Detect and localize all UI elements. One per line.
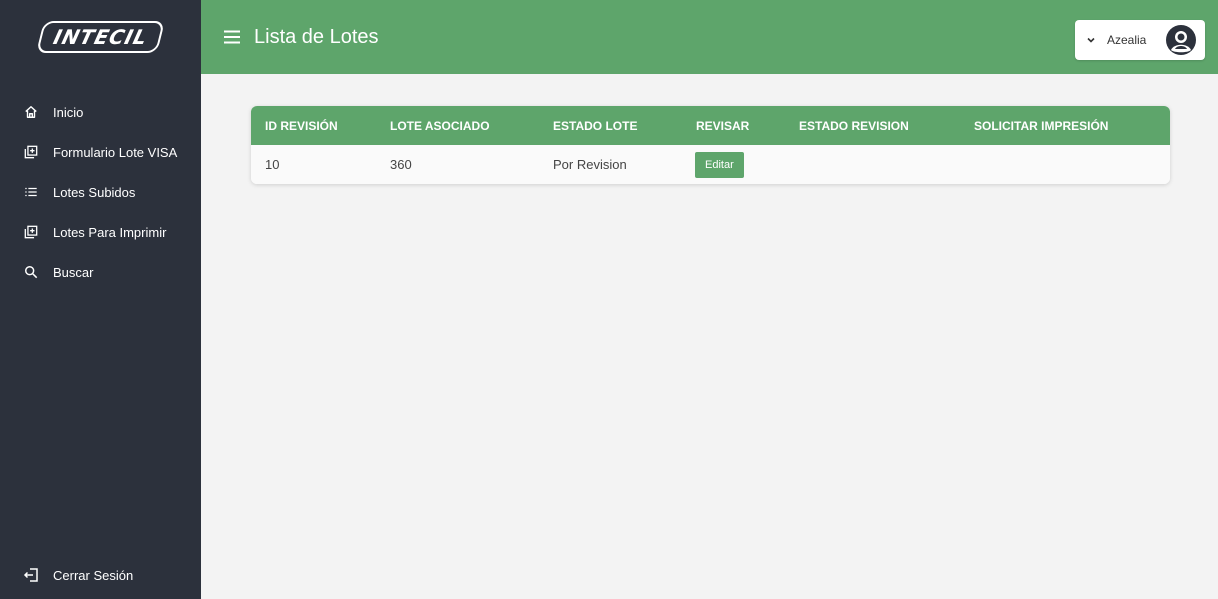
table-header: ID REVISIÓN LOTE ASOCIADO ESTADO LOTE RE… [251, 106, 1170, 145]
column-header: LOTE ASOCIADO [390, 118, 490, 133]
sidebar-item-lotes-para-imprimir[interactable]: Lotes Para Imprimir [0, 212, 201, 252]
column-header: SOLICITAR IMPRESIÓN [974, 118, 1109, 133]
column-header: ESTADO REVISION [799, 118, 909, 133]
id-revision-cell: 10 [265, 157, 280, 172]
home-icon [23, 104, 39, 120]
column-header: REVISAR [696, 118, 750, 133]
sidebar-item-buscar[interactable]: Buscar [0, 252, 201, 292]
estado-lote-cell: Por Revision [553, 157, 627, 172]
sidebar: INTECIL Inicio Formulario Lote VISA Lote… [0, 0, 201, 599]
add-box-icon [23, 224, 39, 240]
lotes-table: ID REVISIÓN LOTE ASOCIADO ESTADO LOTE RE… [251, 106, 1170, 184]
sidebar-item-label: Lotes Para Imprimir [53, 224, 167, 240]
list-icon [23, 184, 39, 200]
logo-area: INTECIL [0, 0, 201, 74]
logout-icon [23, 567, 39, 583]
lote-asociado-cell: 360 [390, 157, 412, 172]
edit-button[interactable]: Editar [695, 151, 744, 178]
hamburger-menu-icon[interactable] [222, 27, 242, 47]
logout-button[interactable]: Cerrar Sesión [0, 557, 201, 593]
sidebar-item-label: Inicio [53, 104, 84, 120]
chevron-down-icon [1085, 34, 1097, 46]
sidebar-item-label: Lotes Subidos [53, 184, 136, 200]
top-bar: Lista de Lotes Azealia [201, 0, 1218, 74]
avatar-icon [1166, 25, 1196, 55]
sidebar-item-label: Formulario Lote VISA [53, 144, 178, 160]
sidebar-item-label: Buscar [53, 264, 94, 280]
revisar-cell: Editar [695, 151, 744, 178]
column-header: ID REVISIÓN [265, 118, 338, 133]
page-title: Lista de Lotes [254, 25, 379, 48]
sidebar-nav: Inicio Formulario Lote VISA Lotes Subido… [0, 74, 201, 292]
column-header: ESTADO LOTE [553, 118, 638, 133]
search-icon [23, 264, 39, 280]
user-menu-button[interactable]: Azealia [1075, 20, 1205, 60]
table-row: 10 360 Por Revision Editar [251, 145, 1170, 184]
sidebar-item-formulario-lote-visa[interactable]: Formulario Lote VISA [0, 132, 201, 172]
sidebar-item-lotes-subidos[interactable]: Lotes Subidos [0, 172, 201, 212]
sidebar-item-inicio[interactable]: Inicio [0, 92, 201, 132]
brand-logo[interactable]: INTECIL [35, 21, 166, 53]
user-name: Azealia [1107, 33, 1147, 47]
add-box-icon [23, 144, 39, 160]
logout-label: Cerrar Sesión [53, 567, 134, 583]
